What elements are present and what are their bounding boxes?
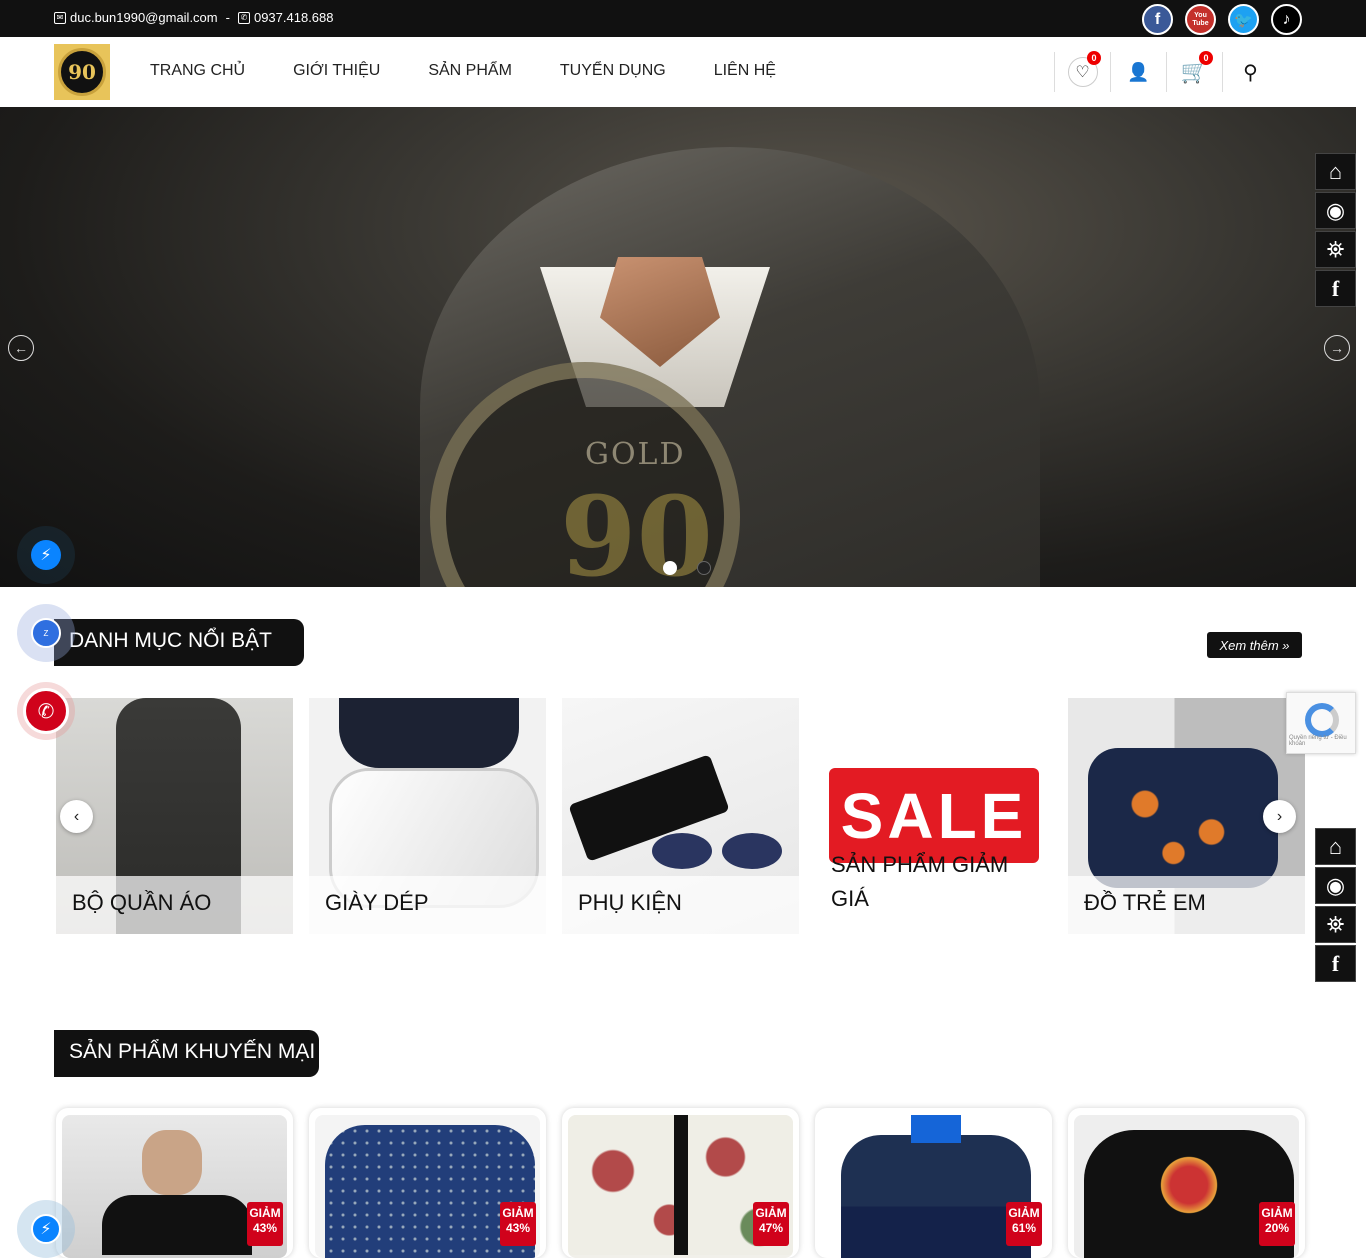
messenger-icon: ⚡: [31, 540, 61, 570]
promo-product-list: GIẢM 43% GIẢM 43% GIẢM 47% GIẢM 61% GIẢM 20%: [56, 1108, 1305, 1258]
discount-badge: GIẢM 47%: [753, 1202, 789, 1246]
category-carousel: BỘ QUẦN ÁO GIÀY DÉP PHỤ KIỆN SALE SẢN PH…: [56, 698, 1305, 934]
category-card[interactable]: SALE SẢN PHẨM GIẢM GIÁ: [815, 698, 1052, 934]
phone-call-icon: ✆: [23, 688, 69, 734]
map-icon[interactable]: ⛯: [1315, 231, 1356, 268]
quick-sidebar-bottom: ⌂ ◉ ⛯ f: [1315, 828, 1356, 982]
phone-icon: ✆: [237, 11, 250, 24]
recaptcha-icon: [1305, 703, 1339, 737]
category-image: [722, 833, 782, 869]
slider-prev-arrow[interactable]: ←: [8, 335, 34, 361]
category-label: GIÀY DÉP: [309, 876, 546, 934]
category-image: [339, 698, 519, 768]
separator: -: [225, 10, 230, 25]
menu-item-home[interactable]: TRANG CHỦ: [150, 62, 245, 80]
discount-badge: GIẢM 43%: [500, 1202, 536, 1246]
category-card[interactable]: PHỤ KIỆN: [562, 698, 799, 934]
quick-sidebar-top: ⌂ ◉ ⛯ f: [1315, 153, 1356, 307]
phone-link[interactable]: 0937.418.688: [254, 10, 334, 25]
discount-badge: GIẢM 61%: [1006, 1202, 1042, 1246]
contact-info: ✉ duc.bun1990@gmail.com - ✆ 0937.418.688: [54, 10, 334, 25]
product-card[interactable]: GIẢM 20%: [1068, 1108, 1305, 1258]
messenger-icon: ⚡: [31, 1214, 61, 1244]
search-icon: ⚲: [1243, 61, 1258, 84]
social-links: f You Tube 🐦 ♪: [1142, 4, 1302, 35]
facebook-icon[interactable]: f: [1315, 945, 1356, 982]
tiktok-icon[interactable]: ♪: [1271, 4, 1302, 35]
slider-dots: [663, 561, 711, 575]
discount-badge: GIẢM 20%: [1259, 1202, 1295, 1246]
product-card[interactable]: GIẢM 43%: [56, 1108, 293, 1258]
email-link[interactable]: duc.bun1990@gmail.com: [70, 10, 218, 25]
category-label: PHỤ KIỆN: [562, 876, 799, 934]
top-bar: ✉ duc.bun1990@gmail.com - ✆ 0937.418.688…: [0, 0, 1366, 37]
menu-item-careers[interactable]: TUYỂN DỤNG: [560, 62, 666, 80]
call-button[interactable]: ✆: [17, 682, 75, 740]
category-card[interactable]: GIÀY DÉP: [309, 698, 546, 934]
category-label: BỘ QUẦN ÁO: [56, 876, 293, 934]
menu-item-about[interactable]: GIỚI THIỆU: [293, 62, 380, 80]
category-label: ĐỒ TRẺ EM: [1068, 876, 1305, 934]
carousel-next-button[interactable]: ›: [1263, 800, 1296, 833]
facebook-icon[interactable]: f: [1142, 4, 1173, 35]
zalo-icon: Z: [31, 618, 61, 648]
nav-icons: ♡ 0 👤 🛒 0 ⚲: [1054, 51, 1278, 92]
twitter-icon[interactable]: 🐦: [1228, 4, 1259, 35]
user-icon: 👤: [1127, 61, 1150, 82]
discount-badge: GIẢM 43%: [247, 1202, 283, 1246]
facebook-icon[interactable]: f: [1315, 270, 1356, 307]
product-card[interactable]: GIẢM 47%: [562, 1108, 799, 1258]
slider-dot-1[interactable]: [663, 561, 677, 575]
hero-slider: GOLD 90 ← →: [0, 107, 1356, 587]
cart-count: 0: [1199, 51, 1213, 65]
account-circle-icon[interactable]: ◉: [1315, 192, 1356, 229]
messenger-button[interactable]: ⚡: [17, 526, 75, 584]
logo[interactable]: 90: [54, 44, 110, 100]
slider-dot-2[interactable]: [697, 561, 711, 575]
main-menu: TRANG CHỦ GIỚI THIỆU SẢN PHẨM TUYỂN DỤNG…: [150, 62, 776, 80]
promo-title: SẢN PHẨM KHUYẾN MẠI: [54, 1030, 319, 1077]
hero-emblem-text: GOLD: [585, 437, 686, 472]
cart-button[interactable]: 🛒 0: [1166, 51, 1222, 92]
main-nav: 90 TRANG CHỦ GIỚI THIỆU SẢN PHẨM TUYỂN D…: [0, 37, 1366, 107]
search-button[interactable]: ⚲: [1222, 52, 1278, 92]
category-image: [652, 833, 712, 869]
zalo-button[interactable]: Z: [17, 604, 75, 662]
map-icon[interactable]: ⛯: [1315, 906, 1356, 943]
logo-emblem: 90: [58, 48, 106, 96]
menu-item-contact[interactable]: LIÊN HỆ: [714, 62, 776, 80]
email-icon: ✉: [54, 11, 66, 24]
account-button[interactable]: 👤: [1110, 52, 1166, 92]
wishlist-count: 0: [1087, 51, 1101, 65]
wishlist-button[interactable]: ♡ 0: [1054, 51, 1110, 92]
messenger-chat-button[interactable]: ⚡: [17, 1200, 75, 1258]
youtube-icon[interactable]: You Tube: [1185, 4, 1216, 35]
home-icon[interactable]: ⌂: [1315, 828, 1356, 865]
product-card[interactable]: GIẢM 43%: [309, 1108, 546, 1258]
product-card[interactable]: GIẢM 61%: [815, 1108, 1052, 1258]
slider-next-arrow[interactable]: →: [1324, 335, 1350, 361]
carousel-prev-button[interactable]: ‹: [60, 800, 93, 833]
category-image: [1088, 748, 1278, 888]
category-label: SẢN PHẨM GIẢM GIÁ: [831, 852, 1009, 911]
home-icon[interactable]: ⌂: [1315, 153, 1356, 190]
view-more-button[interactable]: Xem thêm »: [1207, 632, 1302, 658]
featured-title: DANH MỤC NỔI BẬT: [54, 619, 304, 666]
recaptcha-badge[interactable]: Quyền riêng tư - Điều khoản: [1286, 692, 1356, 754]
recaptcha-text[interactable]: Quyền riêng tư - Điều khoản: [1289, 735, 1355, 747]
menu-item-products[interactable]: SẢN PHẨM: [428, 62, 512, 80]
account-circle-icon[interactable]: ◉: [1315, 867, 1356, 904]
